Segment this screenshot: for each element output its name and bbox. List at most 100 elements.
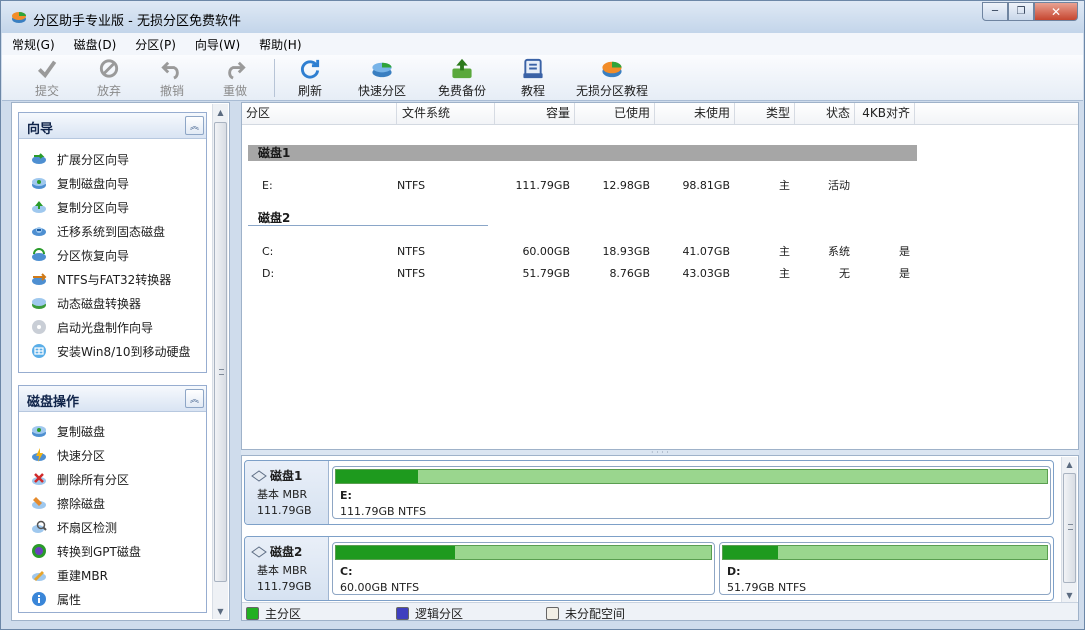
close-button[interactable]: ✕	[1034, 2, 1078, 21]
partition-recovery-wizard[interactable]: 分区恢复向导	[19, 243, 206, 267]
quick-partition-item[interactable]: 快速分区	[19, 443, 206, 467]
scroll-grip	[1068, 524, 1073, 530]
menu-disk[interactable]: 磁盘(D)	[74, 36, 117, 53]
disk-drive-icon	[251, 545, 267, 558]
title-bar[interactable]: 分区助手专业版 - 无损分区免费软件 ─ ❐ ✕	[1, 1, 1084, 33]
legend-unallocated: 未分配空间	[546, 605, 625, 622]
menu-partition[interactable]: 分区(P)	[135, 36, 176, 53]
scroll-thumb[interactable]	[214, 122, 227, 582]
menu-general[interactable]: 常规(G)	[12, 36, 55, 53]
undo-button[interactable]: 撤销	[149, 57, 195, 99]
migrate-os-icon	[32, 227, 46, 236]
col-type[interactable]: 类型	[735, 103, 795, 124]
extend-partition-wizard[interactable]: 扩展分区向导	[19, 147, 206, 171]
convert-to-gpt-item[interactable]: 转换到GPT磁盘	[19, 539, 206, 563]
redo-button[interactable]: 重做	[212, 57, 258, 99]
copy-disk-icon	[32, 178, 46, 189]
delete-all-partitions-item[interactable]: 删除所有分区	[19, 467, 206, 491]
app-window: 分区助手专业版 - 无损分区免费软件 ─ ❐ ✕ 常规(G) 磁盘(D) 分区(…	[0, 0, 1085, 630]
scroll-down-arrow-icon[interactable]: ▼	[1062, 588, 1077, 602]
scroll-up-arrow-icon[interactable]: ▲	[213, 104, 228, 120]
legend-primary: 主分区	[246, 605, 301, 622]
menu-help[interactable]: 帮助(H)	[259, 36, 301, 53]
partition-e-letter: E:	[340, 489, 352, 502]
backup-icon	[452, 58, 472, 79]
properties-item[interactable]: 属性	[19, 587, 206, 611]
refresh-icon	[300, 59, 320, 79]
scroll-up-arrow-icon[interactable]: ▲	[1062, 457, 1077, 471]
bad-sector-check-item[interactable]: 坏扇区检测	[19, 515, 206, 539]
disk1-card[interactable]: 磁盘1 基本 MBR 111.79GB E: 111.79GB NTFS	[244, 460, 1054, 525]
redo-icon	[228, 61, 246, 80]
disk1-type: 基本 MBR	[257, 488, 308, 501]
partition-c-block[interactable]: C: 60.00GB NTFS	[332, 542, 715, 595]
install-win-to-usb-wizard[interactable]: 安装Win8/10到移动硬盘	[19, 339, 206, 363]
partition-c-letter: C:	[340, 565, 353, 578]
left-panel-scrollbar[interactable]: ▲ ▼	[212, 104, 228, 619]
dynamic-disk-converter[interactable]: 动态磁盘转换器	[19, 291, 206, 315]
menu-bar: 常规(G) 磁盘(D) 分区(P) 向导(W) 帮助(H)	[2, 33, 1083, 55]
scroll-down-arrow-icon[interactable]: ▼	[213, 603, 228, 619]
ntfs-fat32-convert-icon	[32, 273, 47, 285]
migrate-os-to-ssd-wizard[interactable]: 迁移系统到固态磁盘	[19, 219, 206, 243]
bootable-cd-wizard[interactable]: 启动光盘制作向导	[19, 315, 206, 339]
partition-e-used-fill	[336, 470, 419, 483]
col-capacity[interactable]: 容量	[495, 103, 575, 124]
free-backup-button[interactable]: 免费备份	[434, 57, 490, 99]
minimize-button[interactable]: ─	[982, 2, 1008, 21]
lossless-tutorial-icon	[602, 61, 622, 78]
disk2-group-header[interactable]: 磁盘2	[248, 210, 488, 226]
tutorial-button[interactable]: 教程	[515, 57, 551, 99]
disk-operations-header[interactable]: 磁盘操作 ︽	[19, 386, 206, 412]
copy-disk-item[interactable]: 复制磁盘	[19, 419, 206, 443]
disk-drive-icon	[251, 469, 267, 482]
partition-d-block[interactable]: D: 51.79GB NTFS	[719, 542, 1051, 595]
discard-button[interactable]: 放弃	[86, 57, 132, 99]
toolbar-separator	[274, 59, 275, 97]
copy-disk-icon	[32, 426, 46, 437]
partition-e-info: 111.79GB NTFS	[340, 505, 427, 518]
table-row[interactable]: E: NTFS 111.79GB 12.98GB 98.81GB 主 活动	[242, 176, 1078, 196]
col-4k-align[interactable]: 4KB对齐	[855, 103, 915, 124]
disk-operations-group: 磁盘操作 ︽ 复制磁盘 快速分区 删除所有分区 擦除磁盘 坏扇区检测 转换到GP…	[18, 385, 207, 613]
quick-partition-icon	[372, 62, 392, 78]
rebuild-mbr-item[interactable]: 重建MBR	[19, 563, 206, 587]
col-used[interactable]: 已使用	[575, 103, 655, 124]
restore-button[interactable]: ❐	[1008, 2, 1034, 21]
disk2-info[interactable]: 磁盘2 基本 MBR 111.79GB	[245, 537, 329, 600]
bad-sector-icon	[32, 520, 47, 533]
copy-partition-wizard[interactable]: 复制分区向导	[19, 195, 206, 219]
col-free[interactable]: 未使用	[655, 103, 735, 124]
disk-map-scroll-thumb[interactable]	[1063, 473, 1076, 583]
refresh-button[interactable]: 刷新	[287, 57, 333, 99]
disk1-group-header[interactable]: 磁盘1	[248, 145, 917, 161]
table-header: 分区 文件系统 容量 已使用 未使用 类型 状态 4KB对齐	[242, 103, 1078, 125]
partition-recovery-icon	[32, 248, 46, 261]
collapse-wizard-button[interactable]: ︽	[185, 116, 204, 135]
app-logo-icon	[12, 12, 26, 23]
partition-e-usage-bar	[335, 469, 1048, 484]
disk-map-scrollbar[interactable]: ▲ ▼	[1061, 457, 1077, 602]
partition-d-used-fill	[723, 546, 778, 559]
lossless-partition-tutorial-button[interactable]: 无损分区教程	[572, 57, 652, 99]
scroll-grip	[219, 369, 224, 375]
disk2-card[interactable]: 磁盘2 基本 MBR 111.79GB C: 60.00GB NTFS D: 5…	[244, 536, 1054, 601]
wipe-disk-item[interactable]: 擦除磁盘	[19, 491, 206, 515]
wizard-group-header[interactable]: 向导 ︽	[19, 113, 206, 139]
window-title: 分区助手专业版 - 无损分区免费软件	[33, 14, 241, 29]
quick-partition-button[interactable]: 快速分区	[354, 57, 410, 99]
partition-d-info: 51.79GB NTFS	[727, 581, 807, 594]
col-filesystem[interactable]: 文件系统	[397, 103, 495, 124]
partition-e-block[interactable]: E: 111.79GB NTFS	[332, 466, 1051, 519]
col-partition[interactable]: 分区	[242, 103, 397, 124]
copy-disk-wizard[interactable]: 复制磁盘向导	[19, 171, 206, 195]
table-row[interactable]: D: NTFS 51.79GB 8.76GB 43.03GB 主 无 是	[242, 264, 1078, 284]
rebuild-mbr-icon	[32, 571, 46, 581]
commit-button[interactable]: 提交	[24, 57, 70, 99]
col-status[interactable]: 状态	[795, 103, 855, 124]
ntfs-fat32-converter[interactable]: NTFS与FAT32转换器	[19, 267, 206, 291]
collapse-disk-operations-button[interactable]: ︽	[185, 389, 204, 408]
disk1-info[interactable]: 磁盘1 基本 MBR 111.79GB	[245, 461, 329, 524]
table-row[interactable]: C: NTFS 60.00GB 18.93GB 41.07GB 主 系统 是	[242, 242, 1078, 262]
menu-wizard[interactable]: 向导(W)	[195, 36, 240, 53]
